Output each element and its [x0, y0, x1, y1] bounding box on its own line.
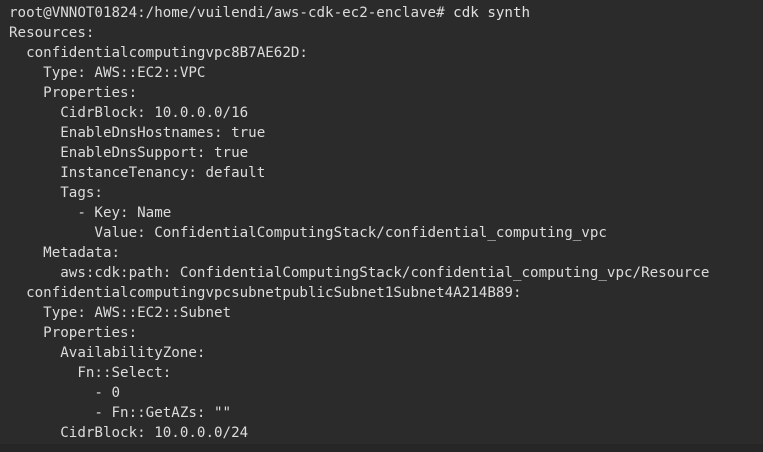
terminal-bottom-edge [0, 444, 763, 452]
output-line: - 0 [9, 385, 121, 401]
command-text: cdk synth [453, 5, 531, 21]
output-line: Resources: [9, 25, 95, 41]
output-line: Type: AWS::EC2::Subnet [9, 305, 232, 321]
output-line: - Fn::GetAZs: "" [9, 405, 232, 421]
output-line: EnableDnsHostnames: true [9, 125, 266, 141]
output-line: Type: AWS::EC2::VPC [9, 65, 206, 81]
output-line: Properties: [9, 85, 138, 101]
output-line: Properties: [9, 325, 138, 341]
output-line: EnableDnsSupport: true [9, 145, 249, 161]
output-line: InstanceTenancy: default [9, 165, 266, 181]
output-line: Tags: [9, 185, 103, 201]
output-line: Metadata: [9, 245, 121, 261]
output-line: confidentialcomputingvpc8B7AE62D: [9, 45, 308, 61]
shell-prompt: root@VNNOT01824:/home/vuilendi/aws-cdk-e… [9, 5, 454, 21]
command-output: Resources: confidentialcomputingvpc8B7AE… [9, 23, 763, 443]
output-line: Fn::Select: [9, 365, 172, 381]
output-line: - Key: Name [9, 205, 172, 221]
output-line: aws:cdk:path: ConfidentialComputingStack… [9, 265, 710, 281]
command-prompt-line: root@VNNOT01824:/home/vuilendi/aws-cdk-e… [9, 3, 763, 23]
terminal-window[interactable]: root@VNNOT01824:/home/vuilendi/aws-cdk-e… [0, 0, 763, 452]
output-line: CidrBlock: 10.0.0.0/16 [9, 105, 249, 121]
output-line: Value: ConfidentialComputingStack/confid… [9, 225, 607, 241]
output-line: AvailabilityZone: [9, 345, 206, 361]
output-line: CidrBlock: 10.0.0.0/24 [9, 425, 249, 441]
output-line: confidentialcomputingvpcsubnetpublicSubn… [9, 285, 522, 301]
